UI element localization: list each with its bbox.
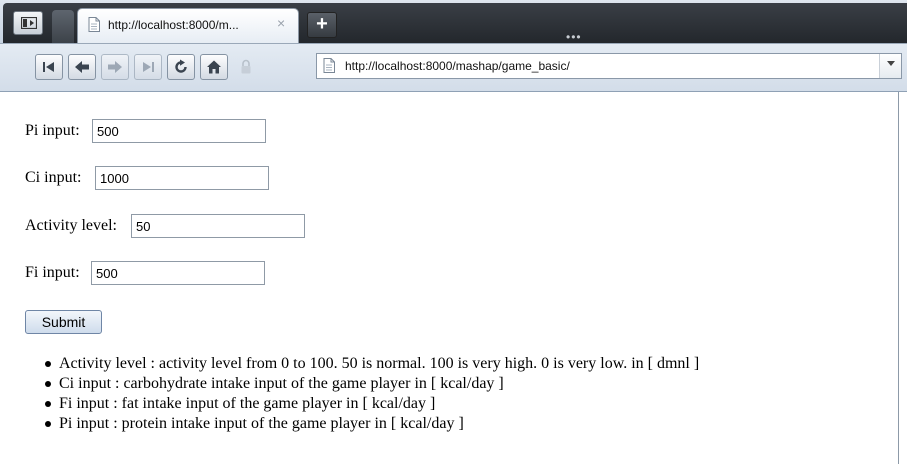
address-bar[interactable] [316,53,902,79]
list-item: Fi input : fat intake input of the game … [45,394,699,414]
url-input[interactable] [345,58,865,74]
page-icon [323,58,335,73]
submit-button[interactable]: Submit [25,310,102,334]
description-list: Activity level : activity level from 0 t… [45,354,700,434]
list-item: Activity level : activity level from 0 t… [45,354,700,374]
tab-switch-button[interactable] [13,11,43,35]
pi-input-label: Pi input: [25,122,80,139]
fi-input-row: Fi input: [25,259,265,287]
fi-input-field[interactable] [91,261,265,285]
tab-overflow-indicator: ••• [566,30,582,44]
activity-level-label: Activity level: [25,217,117,234]
security-indicator[interactable] [232,54,260,80]
description-pi-input: Pi input : protein intake input of the g… [59,415,464,432]
list-item: Pi input : protein intake input of the g… [45,414,699,434]
fi-input-label: Fi input: [25,264,80,281]
tab-active[interactable]: http://localhost:8000/m... × [77,8,299,43]
back-button[interactable] [68,54,96,80]
forward-button[interactable] [101,54,129,80]
description-ci-input: Ci input : carbohydrate intake input of … [59,375,504,392]
navigation-toolbar [0,44,907,92]
home-button[interactable] [200,54,228,80]
ci-input-label: Ci input: [25,169,82,186]
tab-switch-icon [21,17,37,29]
tab-title: http://localhost:8000/m... [108,18,239,32]
bullet-icon [45,361,51,367]
tab-strip: http://localhost:8000/m... × + ••• [0,0,907,44]
home-icon [207,60,221,74]
page-content: Pi input: Ci input: Activity level: Fi i… [0,92,898,464]
first-page-button[interactable] [35,54,63,80]
first-icon [43,62,54,72]
window-right-border [898,92,907,464]
chevron-down-icon [887,61,895,66]
list-item: Ci input : carbohydrate intake input of … [45,374,699,394]
back-arrow-icon [75,61,89,73]
new-tab-button[interactable]: + [307,12,337,38]
bullet-icon [45,381,51,387]
pi-input-row: Pi input: [25,117,266,145]
page-icon [88,17,100,32]
reload-icon [175,59,187,73]
last-page-button[interactable] [134,54,162,80]
pi-input-field[interactable] [92,119,266,143]
activity-level-row: Activity level: [25,212,305,240]
ci-input-field[interactable] [95,166,269,190]
activity-level-field[interactable] [131,214,305,238]
tab-inactive[interactable] [52,10,74,43]
last-icon [143,62,154,72]
description-fi-input: Fi input : fat intake input of the game … [59,395,436,412]
lock-icon [241,59,251,74]
reload-button[interactable] [167,54,195,80]
forward-arrow-icon [108,61,122,73]
close-icon[interactable]: × [277,15,285,31]
ci-input-row: Ci input: [25,164,269,192]
bullet-icon [45,421,51,427]
description-activity-level: Activity level : activity level from 0 t… [59,355,700,372]
url-history-dropdown[interactable] [879,54,901,78]
bullet-icon [45,401,51,407]
